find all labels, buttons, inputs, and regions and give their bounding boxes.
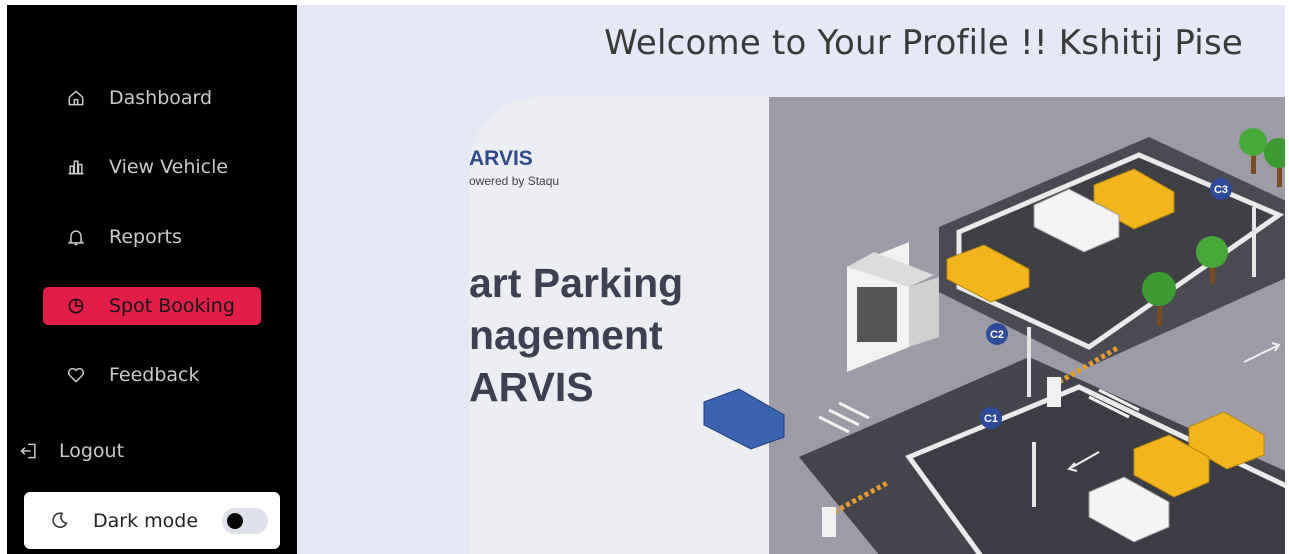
- sidebar-item-label: View Vehicle: [109, 156, 229, 178]
- zone-label: C2: [990, 329, 1004, 341]
- sidebar-item-reports[interactable]: Reports: [43, 218, 261, 256]
- moon-icon: [49, 510, 71, 532]
- zone-label: C1: [984, 413, 998, 425]
- sidebar: Dashboard View Vehicle Reports Spot Book…: [7, 5, 297, 554]
- page-title: Welcome to Your Profile !! Kshitij Pise: [604, 23, 1243, 63]
- dark-mode-label: Dark mode: [93, 509, 199, 532]
- bell-icon: [65, 226, 87, 248]
- sidebar-item-spot-booking[interactable]: Spot Booking: [43, 287, 261, 325]
- toggle-knob: [227, 513, 243, 529]
- parking-illustration: C3 C2 C1: [703, 128, 1285, 554]
- bar-chart-icon: [65, 156, 87, 178]
- sidebar-item-label: Reports: [109, 226, 182, 248]
- sidebar-item-label: Feedback: [109, 364, 200, 386]
- sidebar-item-feedback[interactable]: Feedback: [43, 356, 261, 394]
- banner-image: ARVIS owered by Staqu art Parking nageme…: [469, 97, 1285, 554]
- heart-icon: [65, 364, 87, 386]
- sidebar-item-dashboard[interactable]: Dashboard: [43, 79, 261, 117]
- sidebar-item-label: Dashboard: [109, 87, 213, 109]
- logout-label: Logout: [59, 440, 125, 462]
- pie-chart-icon: [65, 295, 87, 317]
- app-window: Dashboard View Vehicle Reports Spot Book…: [7, 5, 1285, 554]
- sidebar-item-label: Spot Booking: [109, 295, 235, 317]
- dark-mode-panel: Dark mode: [24, 492, 280, 549]
- logout-icon: [19, 441, 39, 461]
- logout-button[interactable]: Logout: [19, 435, 124, 467]
- zone-label: C3: [1214, 184, 1228, 196]
- home-icon: [65, 87, 87, 109]
- dark-mode-toggle[interactable]: [222, 508, 268, 534]
- sidebar-item-view-vehicle[interactable]: View Vehicle: [43, 148, 261, 186]
